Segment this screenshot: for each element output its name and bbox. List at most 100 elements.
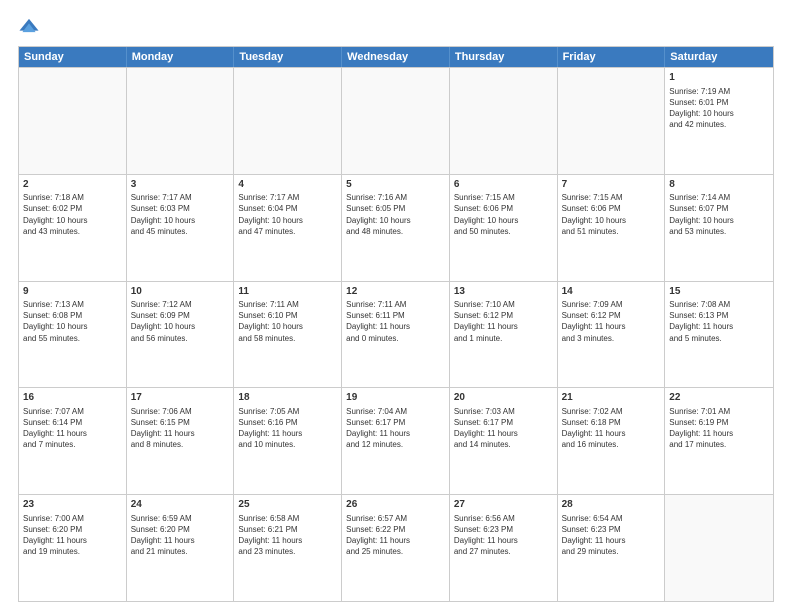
cal-day-22: 22Sunrise: 7:01 AM Sunset: 6:19 PM Dayli… <box>665 388 773 494</box>
cal-day-15: 15Sunrise: 7:08 AM Sunset: 6:13 PM Dayli… <box>665 282 773 388</box>
calendar: SundayMondayTuesdayWednesdayThursdayFrid… <box>18 46 774 602</box>
day-info: Sunrise: 6:54 AM Sunset: 6:23 PM Dayligh… <box>562 513 661 558</box>
day-number: 17 <box>131 391 230 405</box>
day-info: Sunrise: 7:01 AM Sunset: 6:19 PM Dayligh… <box>669 406 769 451</box>
day-number: 21 <box>562 391 661 405</box>
day-info: Sunrise: 7:04 AM Sunset: 6:17 PM Dayligh… <box>346 406 445 451</box>
cal-day-12: 12Sunrise: 7:11 AM Sunset: 6:11 PM Dayli… <box>342 282 450 388</box>
cal-day-23: 23Sunrise: 7:00 AM Sunset: 6:20 PM Dayli… <box>19 495 127 601</box>
cal-day-4: 4Sunrise: 7:17 AM Sunset: 6:04 PM Daylig… <box>234 175 342 281</box>
cal-day-9: 9Sunrise: 7:13 AM Sunset: 6:08 PM Daylig… <box>19 282 127 388</box>
day-info: Sunrise: 6:58 AM Sunset: 6:21 PM Dayligh… <box>238 513 337 558</box>
cal-day-19: 19Sunrise: 7:04 AM Sunset: 6:17 PM Dayli… <box>342 388 450 494</box>
day-number: 28 <box>562 498 661 512</box>
day-info: Sunrise: 7:08 AM Sunset: 6:13 PM Dayligh… <box>669 299 769 344</box>
day-info: Sunrise: 7:03 AM Sunset: 6:17 PM Dayligh… <box>454 406 553 451</box>
day-info: Sunrise: 7:09 AM Sunset: 6:12 PM Dayligh… <box>562 299 661 344</box>
day-number: 14 <box>562 285 661 299</box>
cal-header-saturday: Saturday <box>665 47 773 67</box>
cal-day-1: 1Sunrise: 7:19 AM Sunset: 6:01 PM Daylig… <box>665 68 773 174</box>
day-info: Sunrise: 7:13 AM Sunset: 6:08 PM Dayligh… <box>23 299 122 344</box>
day-info: Sunrise: 7:10 AM Sunset: 6:12 PM Dayligh… <box>454 299 553 344</box>
day-info: Sunrise: 7:06 AM Sunset: 6:15 PM Dayligh… <box>131 406 230 451</box>
day-info: Sunrise: 6:57 AM Sunset: 6:22 PM Dayligh… <box>346 513 445 558</box>
cal-week-4: 23Sunrise: 7:00 AM Sunset: 6:20 PM Dayli… <box>19 494 773 601</box>
cal-day-25: 25Sunrise: 6:58 AM Sunset: 6:21 PM Dayli… <box>234 495 342 601</box>
day-info: Sunrise: 7:15 AM Sunset: 6:06 PM Dayligh… <box>562 192 661 237</box>
cal-day-24: 24Sunrise: 6:59 AM Sunset: 6:20 PM Dayli… <box>127 495 235 601</box>
cal-day-empty <box>558 68 666 174</box>
cal-day-empty <box>234 68 342 174</box>
day-info: Sunrise: 7:17 AM Sunset: 6:04 PM Dayligh… <box>238 192 337 237</box>
cal-day-11: 11Sunrise: 7:11 AM Sunset: 6:10 PM Dayli… <box>234 282 342 388</box>
day-number: 7 <box>562 178 661 192</box>
cal-day-17: 17Sunrise: 7:06 AM Sunset: 6:15 PM Dayli… <box>127 388 235 494</box>
day-info: Sunrise: 7:00 AM Sunset: 6:20 PM Dayligh… <box>23 513 122 558</box>
cal-header-friday: Friday <box>558 47 666 67</box>
cal-day-21: 21Sunrise: 7:02 AM Sunset: 6:18 PM Dayli… <box>558 388 666 494</box>
day-number: 19 <box>346 391 445 405</box>
day-number: 22 <box>669 391 769 405</box>
cal-day-18: 18Sunrise: 7:05 AM Sunset: 6:16 PM Dayli… <box>234 388 342 494</box>
day-number: 12 <box>346 285 445 299</box>
cal-day-empty <box>450 68 558 174</box>
day-number: 3 <box>131 178 230 192</box>
day-number: 27 <box>454 498 553 512</box>
cal-day-3: 3Sunrise: 7:17 AM Sunset: 6:03 PM Daylig… <box>127 175 235 281</box>
cal-day-14: 14Sunrise: 7:09 AM Sunset: 6:12 PM Dayli… <box>558 282 666 388</box>
day-number: 8 <box>669 178 769 192</box>
day-info: Sunrise: 7:07 AM Sunset: 6:14 PM Dayligh… <box>23 406 122 451</box>
calendar-body: 1Sunrise: 7:19 AM Sunset: 6:01 PM Daylig… <box>19 67 773 601</box>
day-info: Sunrise: 7:02 AM Sunset: 6:18 PM Dayligh… <box>562 406 661 451</box>
cal-day-26: 26Sunrise: 6:57 AM Sunset: 6:22 PM Dayli… <box>342 495 450 601</box>
cal-week-1: 2Sunrise: 7:18 AM Sunset: 6:02 PM Daylig… <box>19 174 773 281</box>
cal-day-empty <box>127 68 235 174</box>
cal-week-3: 16Sunrise: 7:07 AM Sunset: 6:14 PM Dayli… <box>19 387 773 494</box>
day-number: 25 <box>238 498 337 512</box>
day-number: 23 <box>23 498 122 512</box>
day-info: Sunrise: 6:56 AM Sunset: 6:23 PM Dayligh… <box>454 513 553 558</box>
day-info: Sunrise: 7:05 AM Sunset: 6:16 PM Dayligh… <box>238 406 337 451</box>
day-number: 4 <box>238 178 337 192</box>
day-number: 5 <box>346 178 445 192</box>
day-info: Sunrise: 7:14 AM Sunset: 6:07 PM Dayligh… <box>669 192 769 237</box>
cal-day-13: 13Sunrise: 7:10 AM Sunset: 6:12 PM Dayli… <box>450 282 558 388</box>
day-info: Sunrise: 7:11 AM Sunset: 6:10 PM Dayligh… <box>238 299 337 344</box>
day-number: 13 <box>454 285 553 299</box>
cal-day-16: 16Sunrise: 7:07 AM Sunset: 6:14 PM Dayli… <box>19 388 127 494</box>
logo <box>18 16 44 38</box>
day-info: Sunrise: 7:16 AM Sunset: 6:05 PM Dayligh… <box>346 192 445 237</box>
day-number: 26 <box>346 498 445 512</box>
day-number: 15 <box>669 285 769 299</box>
cal-day-28: 28Sunrise: 6:54 AM Sunset: 6:23 PM Dayli… <box>558 495 666 601</box>
day-number: 9 <box>23 285 122 299</box>
cal-day-7: 7Sunrise: 7:15 AM Sunset: 6:06 PM Daylig… <box>558 175 666 281</box>
day-number: 24 <box>131 498 230 512</box>
day-info: Sunrise: 7:19 AM Sunset: 6:01 PM Dayligh… <box>669 86 769 131</box>
cal-header-thursday: Thursday <box>450 47 558 67</box>
cal-day-5: 5Sunrise: 7:16 AM Sunset: 6:05 PM Daylig… <box>342 175 450 281</box>
day-info: Sunrise: 7:18 AM Sunset: 6:02 PM Dayligh… <box>23 192 122 237</box>
header <box>18 16 774 38</box>
day-info: Sunrise: 7:11 AM Sunset: 6:11 PM Dayligh… <box>346 299 445 344</box>
cal-week-2: 9Sunrise: 7:13 AM Sunset: 6:08 PM Daylig… <box>19 281 773 388</box>
day-number: 2 <box>23 178 122 192</box>
cal-day-20: 20Sunrise: 7:03 AM Sunset: 6:17 PM Dayli… <box>450 388 558 494</box>
day-info: Sunrise: 7:17 AM Sunset: 6:03 PM Dayligh… <box>131 192 230 237</box>
day-info: Sunrise: 7:15 AM Sunset: 6:06 PM Dayligh… <box>454 192 553 237</box>
cal-day-empty <box>342 68 450 174</box>
day-number: 1 <box>669 71 769 85</box>
cal-week-0: 1Sunrise: 7:19 AM Sunset: 6:01 PM Daylig… <box>19 67 773 174</box>
day-info: Sunrise: 7:12 AM Sunset: 6:09 PM Dayligh… <box>131 299 230 344</box>
cal-day-empty <box>665 495 773 601</box>
logo-icon <box>18 16 40 38</box>
day-number: 20 <box>454 391 553 405</box>
calendar-header: SundayMondayTuesdayWednesdayThursdayFrid… <box>19 47 773 67</box>
cal-day-8: 8Sunrise: 7:14 AM Sunset: 6:07 PM Daylig… <box>665 175 773 281</box>
day-number: 16 <box>23 391 122 405</box>
cal-header-monday: Monday <box>127 47 235 67</box>
cal-day-27: 27Sunrise: 6:56 AM Sunset: 6:23 PM Dayli… <box>450 495 558 601</box>
cal-header-sunday: Sunday <box>19 47 127 67</box>
day-number: 11 <box>238 285 337 299</box>
day-number: 18 <box>238 391 337 405</box>
